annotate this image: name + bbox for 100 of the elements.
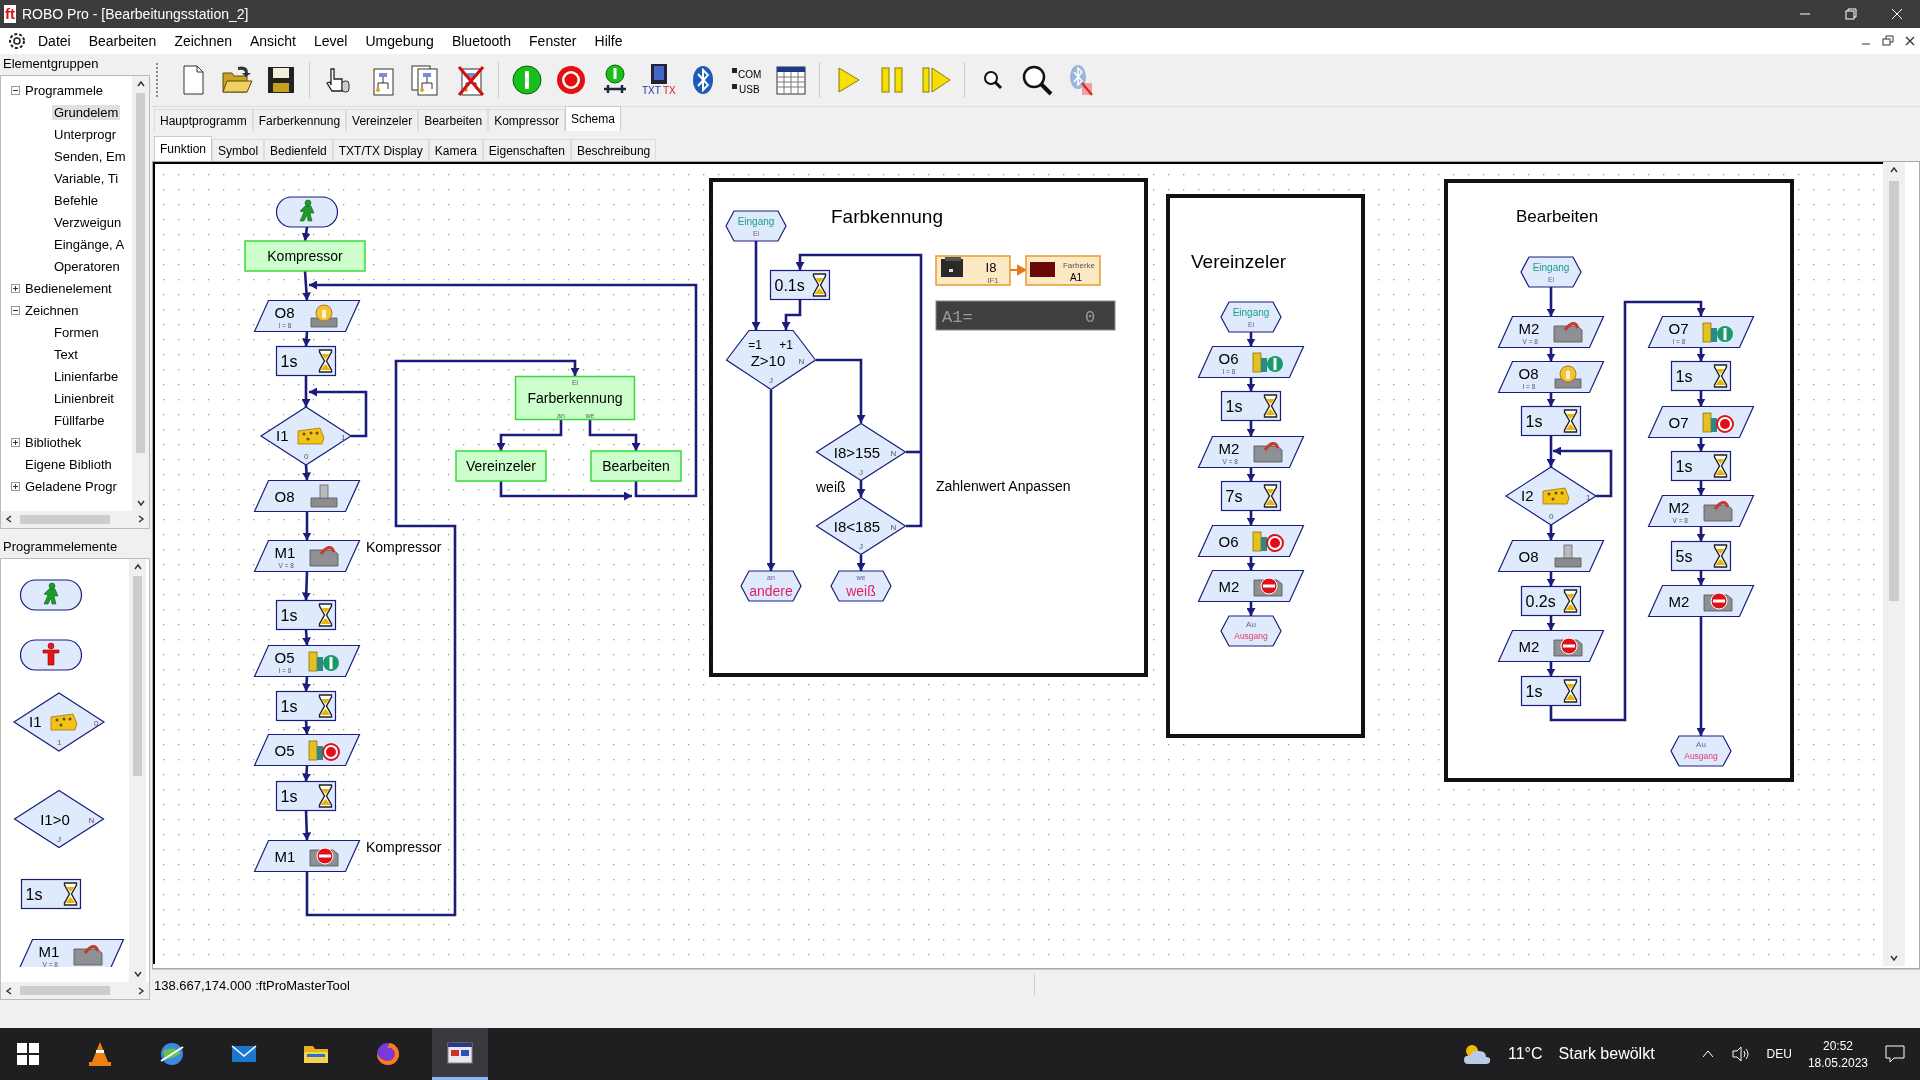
language-indicator[interactable]: DEU xyxy=(1766,1047,1792,1061)
expand-icon[interactable] xyxy=(11,438,20,448)
comment-text: Zahlenwert Anpassen xyxy=(936,478,1071,494)
menu-item[interactable]: Datei xyxy=(30,31,79,51)
node-label: Z>10 xyxy=(750,352,786,369)
menu-item[interactable]: Hilfe xyxy=(586,31,631,51)
node-label: M2 xyxy=(1668,593,1690,610)
menu-item[interactable]: Bearbeiten xyxy=(80,31,165,51)
app-logo: ft xyxy=(4,5,16,23)
magnifier-icon xyxy=(1020,63,1054,97)
horizontal-scrollbar[interactable] xyxy=(1,510,149,528)
scroll-thumb[interactable] xyxy=(133,575,142,776)
node-label: +1 xyxy=(779,338,793,352)
node-label: Farberkennung xyxy=(527,390,623,406)
tab[interactable]: Eigenschaften xyxy=(482,139,571,161)
hourglass-icon xyxy=(812,273,827,297)
chevron-down-icon[interactable] xyxy=(1889,953,1899,963)
tab[interactable]: Kompressor xyxy=(488,109,565,131)
tree-item[interactable]: Linienfarbe xyxy=(52,369,121,385)
start-icon xyxy=(510,63,544,97)
collapse-icon[interactable] xyxy=(11,86,20,96)
clock-date[interactable]: 18.05.2023 xyxy=(1807,1055,1868,1070)
tree-item[interactable]: Grundelem xyxy=(52,105,121,121)
windows-logo-icon xyxy=(15,1041,41,1067)
node-label: 0.1s xyxy=(774,277,805,294)
vertical-scrollbar[interactable] xyxy=(132,75,149,511)
tab[interactable]: Bedienfeld xyxy=(264,139,333,161)
expand-icon[interactable] xyxy=(11,284,20,294)
expand-icon[interactable] xyxy=(11,482,20,492)
tab[interactable]: TXT/TX Display xyxy=(332,139,429,161)
tree-item[interactable]: Geladene Progr xyxy=(23,479,119,495)
menu-item[interactable]: Bluetooth xyxy=(443,31,520,51)
scroll-thumb[interactable] xyxy=(1889,181,1899,601)
tree-item[interactable]: Zeichnen xyxy=(23,303,81,319)
gear-icon[interactable] xyxy=(6,30,28,52)
port-tag: Au xyxy=(1246,620,1256,629)
tree-item[interactable]: Verzweigun xyxy=(52,215,124,231)
menu-item[interactable]: Fenster xyxy=(521,31,585,51)
chevron-left-icon[interactable] xyxy=(4,985,14,996)
tab[interactable]: Symbol xyxy=(212,139,265,161)
menu-item[interactable]: Level xyxy=(305,31,356,51)
connector-line xyxy=(1246,510,1256,526)
node-label: 1s xyxy=(1525,683,1543,700)
taskbar-button[interactable] xyxy=(432,1028,488,1080)
frame-title: Bearbeiten xyxy=(1516,207,1599,226)
chevron-left-icon[interactable] xyxy=(4,514,14,525)
tree-item[interactable]: Füllfarbe xyxy=(52,413,107,429)
chevron-right-icon[interactable] xyxy=(136,514,146,525)
vertical-scrollbar[interactable] xyxy=(1883,162,1905,966)
window-grid-icon xyxy=(774,63,808,97)
node-label: 1s xyxy=(280,353,298,370)
scroll-thumb[interactable] xyxy=(20,986,110,995)
node-label: 0.2s xyxy=(1525,593,1556,610)
tab[interactable]: Kamera xyxy=(428,139,483,161)
tree-item[interactable]: Programmele xyxy=(23,83,106,99)
scroll-thumb[interactable] xyxy=(136,92,145,453)
tree-item[interactable]: Bibliothek xyxy=(23,435,84,451)
tree-item[interactable]: Bedienelement xyxy=(23,281,114,297)
tab[interactable]: Funktion xyxy=(154,136,213,161)
tree-item[interactable]: Text xyxy=(52,347,80,363)
tree-item[interactable]: Variable, Ti xyxy=(52,171,121,187)
drawing-canvas[interactable] xyxy=(153,162,1883,964)
speaker-icon[interactable] xyxy=(1730,1046,1751,1062)
chevron-up-icon[interactable] xyxy=(1889,165,1899,175)
tree-item[interactable]: Eigene Biblioth xyxy=(23,457,114,473)
connector-line xyxy=(856,555,866,571)
output-label: N xyxy=(890,523,897,532)
menu-item[interactable]: Umgebung xyxy=(357,31,442,51)
tab[interactable]: Farberkennung xyxy=(252,109,347,131)
menu-item[interactable]: Zeichnen xyxy=(166,31,240,51)
chevron-up-icon[interactable] xyxy=(132,561,143,572)
horizontal-scrollbar[interactable] xyxy=(1,982,149,999)
tab[interactable]: Hauptprogramm xyxy=(154,109,253,131)
chevron-up-icon[interactable] xyxy=(135,78,146,89)
collapse-icon[interactable] xyxy=(11,306,20,316)
clock-time[interactable]: 20:52 xyxy=(1822,1038,1853,1053)
hourglass-icon xyxy=(63,882,78,906)
panel-title: Programmelemente xyxy=(2,537,119,556)
tab[interactable]: Vereinzeler xyxy=(346,109,419,131)
tab[interactable]: Bearbeiten xyxy=(418,109,489,131)
tab[interactable]: Schema xyxy=(564,106,621,131)
tree-item[interactable]: Senden, Em xyxy=(52,149,128,165)
tab[interactable]: Beschreibung xyxy=(570,139,657,161)
notification-icon[interactable] xyxy=(1884,1044,1906,1064)
tree-item[interactable]: Operatoren xyxy=(52,259,122,275)
scroll-thumb[interactable] xyxy=(20,514,110,524)
tree-item[interactable]: Formen xyxy=(52,325,101,341)
cloud-sun-icon xyxy=(1462,1042,1492,1066)
node-label: M2 xyxy=(1518,320,1540,337)
menu-item[interactable]: Ansicht xyxy=(242,31,304,51)
port-label: Ausgang xyxy=(1234,631,1268,641)
chevron-right-icon[interactable] xyxy=(136,985,146,996)
tree-item[interactable]: Linienbreit xyxy=(52,391,116,407)
vertical-scrollbar[interactable] xyxy=(129,558,146,982)
tree-item[interactable]: Unterprogr xyxy=(52,127,119,143)
tree-item[interactable]: Befehle xyxy=(52,193,101,209)
tree-item[interactable]: Eingänge, A xyxy=(52,237,127,253)
led-display-icon xyxy=(1030,262,1055,277)
chevron-down-icon[interactable] xyxy=(132,969,143,979)
output-label: J xyxy=(769,375,773,385)
